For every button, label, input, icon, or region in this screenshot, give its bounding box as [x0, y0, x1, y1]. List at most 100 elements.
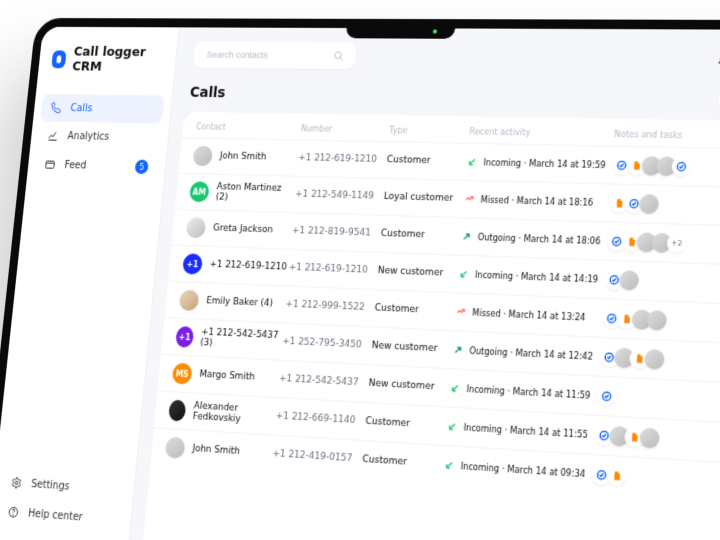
activity-text: Incoming · March 14 at 11:55: [463, 422, 588, 439]
contact-avatar: [179, 290, 200, 312]
activity-direction-icon: [464, 194, 475, 205]
contact-avatar: MS: [172, 363, 193, 385]
contact-name: +1 212-542-5437 (3): [200, 327, 284, 352]
contact-name: Greta Jackson: [213, 223, 274, 235]
notes-cell: [591, 464, 720, 494]
contact-avatar: AM: [189, 181, 210, 202]
contact-number: +1 212-819-9541: [292, 226, 382, 239]
contact-avatar: [192, 146, 213, 167]
contact-avatar: +1: [175, 326, 194, 348]
assignee-avatar-icon[interactable]: [644, 349, 665, 370]
activity-direction-icon: [444, 459, 455, 471]
notes-cell: [611, 155, 720, 178]
more-chip[interactable]: +2: [666, 233, 687, 253]
calls-table: ContactNumberTypeRecent activityNotes an…: [140, 112, 720, 540]
contact-number: +1 212-999-1522: [285, 299, 375, 313]
activity-direction-icon: [450, 382, 461, 393]
contact-number: +1 212-419-0157: [272, 449, 363, 466]
contact-name: John Smith: [219, 151, 266, 162]
sidebar-item-label: Help center: [28, 508, 83, 524]
contact-avatar: [186, 217, 207, 238]
contact-name: +1 212-619-1210: [209, 259, 287, 272]
sidebar-item-label: Settings: [31, 478, 70, 492]
contact-type: Customer: [362, 454, 445, 470]
activity-text: Outgoing · March 14 at 18:06: [477, 232, 600, 246]
notes-cell: +2: [606, 231, 720, 255]
activity-direction-icon: [467, 157, 478, 168]
contact-type: Customer: [374, 303, 456, 317]
contact-avatar: [165, 437, 186, 459]
column-header[interactable]: Recent activity: [469, 127, 614, 139]
sidebar-item-label: Calls: [70, 103, 93, 114]
contact-type: Customer: [386, 155, 467, 167]
column-header[interactable]: Number: [301, 124, 390, 135]
gear-icon: [10, 476, 22, 489]
contact-name: Emily Baker (4): [206, 296, 274, 309]
main: Calls ContactNumberTypeRecent activityNo…: [125, 27, 720, 540]
activity-direction-icon: [447, 421, 458, 433]
notes-cell: [596, 386, 720, 414]
sidebar-item-label: Feed: [64, 159, 87, 171]
sidebar-item-feed[interactable]: Feed 5: [34, 149, 159, 182]
contact-type: New customer: [377, 266, 459, 280]
sidebar-item-analytics[interactable]: Analytics: [37, 121, 162, 151]
assignee-avatar-icon[interactable]: [639, 194, 659, 214]
contact-name: Alexander Fedkovskiy: [192, 401, 276, 427]
contact-type: New customer: [371, 340, 453, 355]
sidebar-item-calls[interactable]: Calls: [40, 94, 164, 124]
contact-type: New customer: [368, 378, 450, 393]
activity-text: Missed · March 14 at 18:16: [480, 195, 593, 208]
activity-direction-icon: [452, 344, 463, 355]
notes-cell: [599, 347, 720, 374]
notifications-button[interactable]: [716, 51, 720, 66]
device-notch: [346, 24, 456, 39]
contact-number: +1 212-669-1140: [275, 411, 366, 427]
note-chip-icon[interactable]: [606, 465, 627, 487]
task-chip-icon[interactable]: [671, 157, 692, 177]
contact-name: Margo Smith: [199, 369, 255, 383]
notes-cell: [609, 193, 720, 217]
contact-number: +1 252-795-3450: [282, 336, 372, 351]
contact-name: John Smith: [192, 444, 240, 458]
contact-number: +1 212-619-1210: [288, 262, 378, 276]
notes-cell: [594, 425, 720, 454]
task-chip-icon[interactable]: [596, 386, 617, 407]
activity-text: Incoming · March 14 at 14:19: [475, 270, 599, 284]
page-title: Calls: [189, 85, 226, 102]
column-header[interactable]: Notes and tasks: [614, 129, 720, 141]
activity-text: Incoming · March 14 at 09:34: [460, 461, 585, 479]
activity-text: Incoming · March 14 at 11:59: [466, 384, 591, 401]
assignee-avatar-icon[interactable]: [639, 427, 660, 449]
brand-title: Call logger CRM: [71, 45, 163, 76]
activity-direction-icon: [455, 306, 466, 317]
search-box[interactable]: [192, 41, 357, 69]
notes-cell: [601, 308, 720, 334]
assignee-avatar-icon[interactable]: [647, 310, 668, 331]
assignee-avatar-icon[interactable]: [619, 270, 640, 291]
contact-number: +1 212-549-1149: [295, 189, 384, 202]
analytics-icon: [47, 130, 59, 142]
activity-direction-icon: [461, 231, 472, 242]
brand: Call logger CRM: [36, 27, 178, 92]
sidebar-item-label: Analytics: [67, 130, 110, 142]
search-input[interactable]: [204, 49, 334, 62]
contact-type: Loyal customer: [383, 192, 464, 205]
activity-text: Outgoing · March 14 at 12:42: [469, 346, 593, 362]
activity-direction-icon: [458, 269, 469, 280]
contact-type: Customer: [365, 416, 447, 432]
column-header[interactable]: Type: [389, 126, 470, 137]
feed-icon: [44, 158, 56, 170]
notes-cell: [604, 270, 720, 295]
contact-name: Aston Martinez (2): [215, 182, 296, 205]
search-icon: [333, 50, 345, 61]
help-icon: [7, 505, 19, 518]
phone-icon: [50, 102, 62, 114]
column-header[interactable]: Contact: [196, 122, 302, 133]
contact-number: +1 212-619-1210: [298, 153, 387, 165]
sidebar-bottom: Settings Help center: [0, 463, 135, 540]
sidebar-badge: 5: [134, 160, 148, 175]
activity-text: Missed · March 14 at 13:24: [472, 308, 586, 323]
activity-text: Incoming · March 14 at 19:59: [483, 157, 606, 169]
contact-type: Customer: [380, 228, 462, 241]
contact-avatar: [168, 400, 187, 422]
